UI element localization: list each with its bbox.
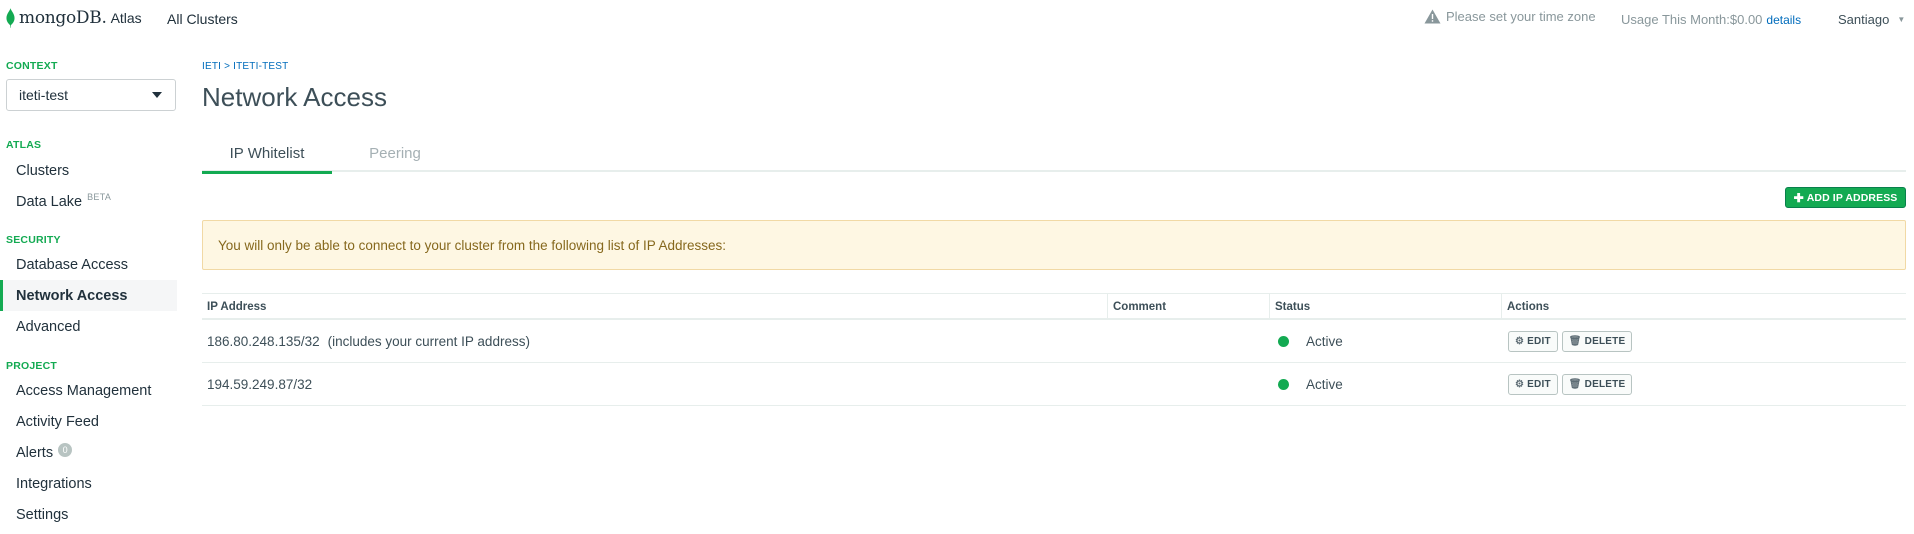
sidebar-item-settings[interactable]: Settings (0, 499, 177, 530)
usage-this-month: Usage This Month:$0.00 details (1621, 12, 1801, 27)
sidebar-item-label: Alerts (16, 444, 54, 461)
usage-label: Usage This Month:$0.00 (1621, 12, 1763, 27)
column-header-comment[interactable]: Comment (1107, 294, 1166, 320)
page-title: Network Access (202, 82, 387, 112)
sidebar-item-label: Advanced (16, 318, 81, 335)
status-active-dot-icon (1278, 378, 1289, 390)
status-active-dot-icon (1278, 335, 1289, 347)
table-row: 194.59.249.87/32 Active ⚙ EDIT 🗑 DELETE (202, 363, 1906, 406)
status-cell: Active (1278, 320, 1343, 362)
sidebar-item-advanced[interactable]: Advanced (0, 311, 177, 342)
all-clusters-link[interactable]: All Clusters (167, 11, 238, 27)
sidebar-item-network-access[interactable]: Network Access (0, 280, 177, 311)
status-text: Active (1306, 376, 1343, 392)
brand-name: mongoDB. (19, 8, 107, 28)
edit-label: EDIT (1527, 378, 1551, 390)
security-heading: SECURITY (6, 234, 61, 246)
context-value: iteti-test (19, 87, 69, 103)
gear-icon: ⚙ (1515, 335, 1525, 347)
beta-badge: BETA (87, 191, 112, 202)
notice-text: You will only be able to connect to your… (218, 237, 727, 253)
ip-address: 186.80.248.135/32 (207, 333, 320, 349)
sidebar-item-access-management[interactable]: Access Management (0, 375, 177, 406)
table-row: 186.80.248.135/32 (includes your current… (202, 320, 1906, 363)
column-header-ip-address[interactable]: IP Address (202, 294, 266, 320)
atlas-heading: ATLAS (6, 139, 42, 151)
chevron-down-icon: ▼ (1897, 15, 1906, 24)
edit-label: EDIT (1527, 335, 1551, 347)
sidebar-item-label: Database Access (16, 256, 129, 273)
ip-address: 194.59.249.87/32 (207, 376, 313, 392)
sidebar-item-label: Data Lake (16, 193, 83, 210)
sidebar-item-activity-feed[interactable]: Activity Feed (0, 406, 177, 437)
plus-icon: ✚ (1793, 190, 1804, 205)
sidebar-item-alerts[interactable]: Alerts 0 (0, 437, 177, 468)
sidebar: CONTEXT iteti-test ATLAS Clusters Data L… (0, 38, 180, 534)
edit-button[interactable]: ⚙ EDIT (1508, 330, 1558, 352)
sidebar-item-label: Integrations (16, 475, 92, 492)
delete-label: DELETE (1584, 335, 1626, 347)
project-heading: PROJECT (6, 360, 57, 372)
user-name: Santiago (1838, 12, 1890, 27)
tab-peering[interactable]: Peering (335, 135, 455, 172)
sidebar-item-label: Activity Feed (16, 413, 99, 430)
delete-button[interactable]: 🗑 DELETE (1561, 373, 1633, 395)
timezone-warning[interactable]: Please set your time zone (1424, 9, 1596, 24)
trash-icon: 🗑 (1568, 335, 1582, 347)
sidebar-item-data-lake[interactable]: Data Lake BETA (0, 186, 177, 217)
ip-whitelist-table: IP Address Comment Status Actions 186.80… (202, 293, 1906, 406)
warning-icon (1424, 9, 1441, 24)
sidebar-item-label: Settings (16, 506, 69, 523)
ip-address-cell: 194.59.249.87/32 (207, 363, 312, 405)
edit-button[interactable]: ⚙ EDIT (1508, 373, 1558, 395)
alerts-count-badge: 0 (58, 442, 73, 457)
ip-whitelist-notice: You will only be able to connect to your… (202, 220, 1906, 270)
product-name: Atlas (110, 10, 142, 26)
mongodb-leaf-icon (6, 8, 15, 28)
context-heading: CONTEXT (6, 60, 58, 72)
column-header-actions: Actions (1501, 294, 1549, 320)
actions-cell: ⚙ EDIT 🗑 DELETE (1508, 363, 1636, 405)
sidebar-item-label: Access Management (16, 382, 152, 399)
actions-cell: ⚙ EDIT 🗑 DELETE (1508, 320, 1636, 362)
caret-down-icon (152, 92, 162, 98)
user-menu[interactable]: Santiago ▼ (1838, 12, 1905, 27)
column-header-status[interactable]: Status (1269, 294, 1310, 320)
sidebar-item-label: Network Access (16, 287, 128, 304)
add-ip-address-label: ADD IP ADDRESS (1806, 191, 1898, 204)
top-bar: mongoDB. Atlas All Clusters Please set y… (0, 0, 1914, 38)
mongodb-atlas-logo[interactable]: mongoDB. Atlas (6, 8, 142, 28)
current-ip-note: (includes your current IP address) (327, 333, 530, 349)
context-selector[interactable]: iteti-test (6, 79, 176, 111)
sidebar-item-clusters[interactable]: Clusters (0, 155, 177, 186)
trash-icon: 🗑 (1568, 378, 1582, 390)
ip-address-cell: 186.80.248.135/32 (includes your current… (207, 320, 530, 362)
timezone-warning-text: Please set your time zone (1446, 9, 1596, 24)
usage-details-link[interactable]: details (1766, 13, 1801, 27)
delete-button[interactable]: 🗑 DELETE (1561, 330, 1633, 352)
status-text: Active (1306, 333, 1343, 349)
table-header: IP Address Comment Status Actions (202, 293, 1906, 320)
gear-icon: ⚙ (1515, 378, 1525, 390)
add-ip-address-button[interactable]: ✚ ADD IP ADDRESS (1785, 187, 1906, 208)
tab-ip-whitelist[interactable]: IP Whitelist (202, 135, 332, 174)
breadcrumb[interactable]: IETI > ITETI-TEST (202, 61, 288, 72)
sidebar-item-label: Clusters (16, 162, 70, 179)
delete-label: DELETE (1584, 378, 1626, 390)
tab-bar: IP Whitelist Peering (202, 135, 1906, 174)
status-cell: Active (1278, 363, 1343, 405)
sidebar-item-integrations[interactable]: Integrations (0, 468, 177, 499)
sidebar-item-database-access[interactable]: Database Access (0, 249, 177, 280)
